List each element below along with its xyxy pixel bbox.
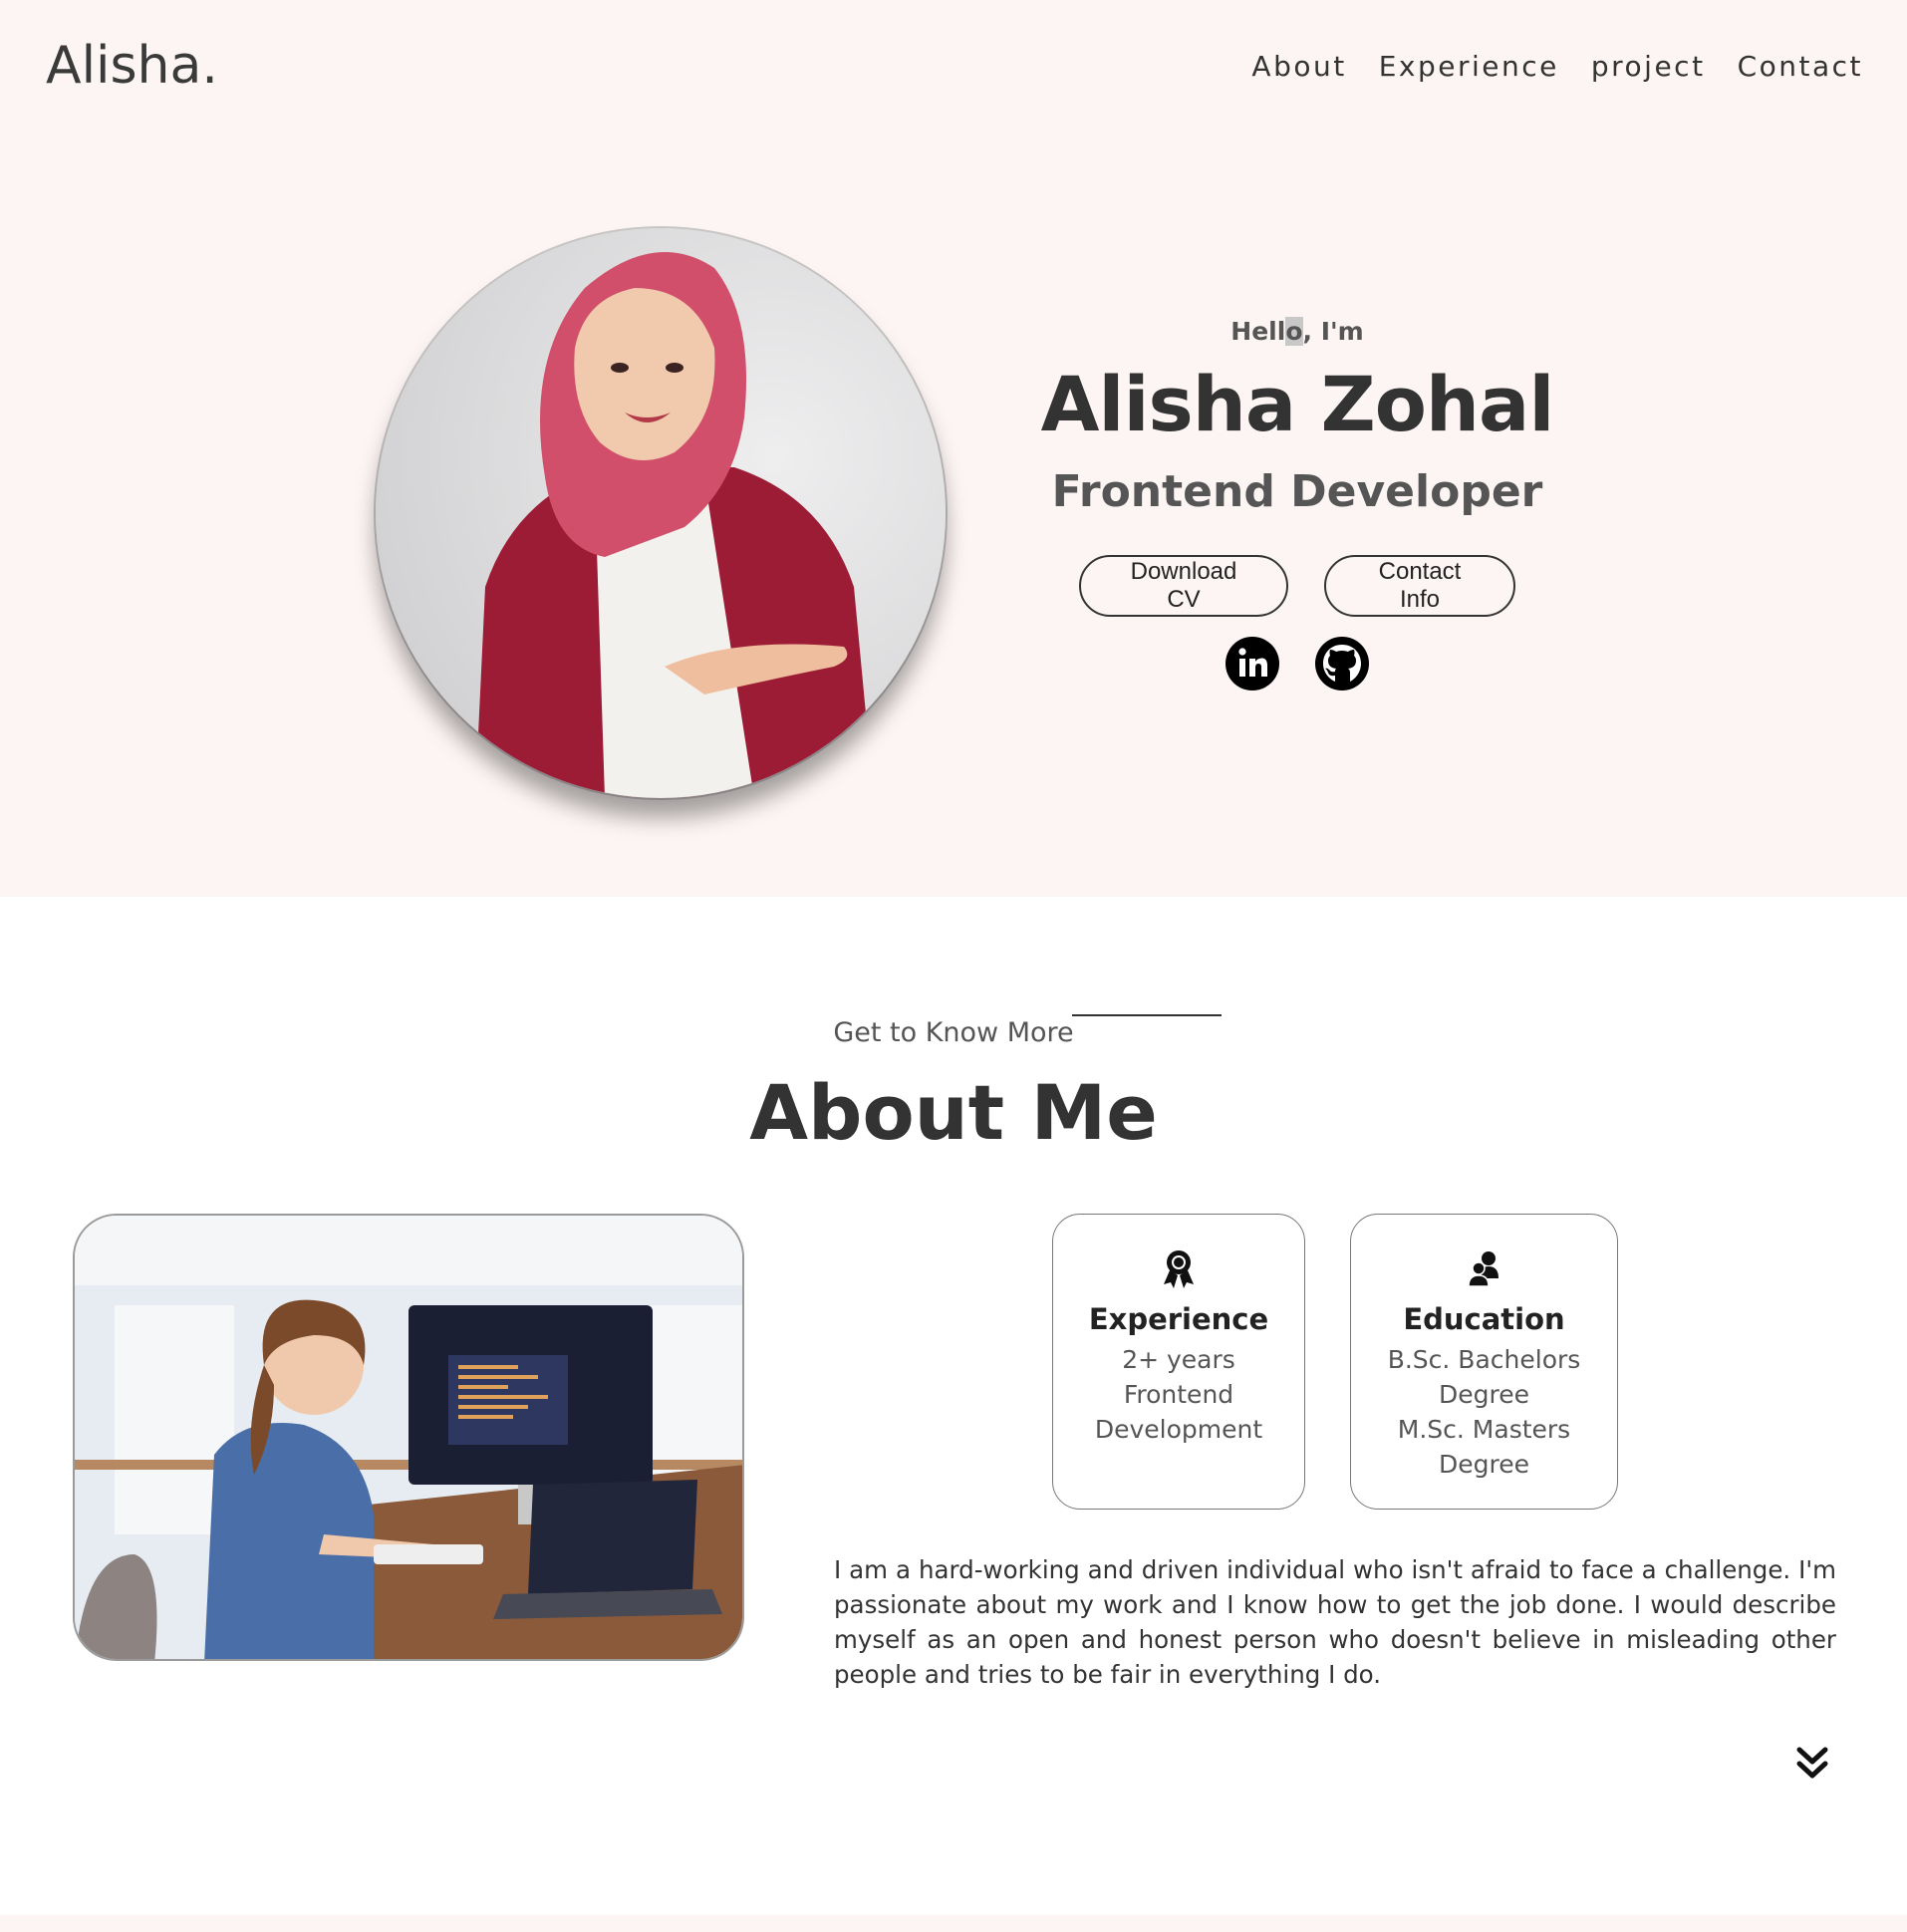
nav-link-experience[interactable]: Experience [1379, 50, 1559, 83]
users-icon [1467, 1251, 1498, 1287]
nav-link-contact[interactable]: Contact [1738, 50, 1863, 83]
award-icon [1164, 1250, 1194, 1288]
experience-card-title: Experience [1088, 1302, 1269, 1336]
hero-section: Alisha. About Experience project Contact [0, 0, 1907, 897]
hero-intro: Hello, I'm Alisha Zohal Frontend Develop… [1026, 317, 1568, 690]
education-line: B.Sc. Bachelors [1387, 1345, 1581, 1374]
education-line: Degree [1439, 1380, 1529, 1409]
greeting-pre: Hell [1230, 317, 1286, 346]
about-subtitle: Get to Know More [833, 1017, 1074, 1048]
education-card-text: B.Sc. Bachelors Degree M.Sc. Masters Deg… [1351, 1342, 1617, 1482]
scroll-down-arrow-icon[interactable] [1794, 1746, 1830, 1782]
education-line: M.Sc. Masters [1397, 1415, 1571, 1444]
about-picture [73, 1214, 744, 1661]
education-card-title: Education [1403, 1302, 1565, 1336]
greeting-text: Hello, I'm [1026, 317, 1568, 346]
experience-card-text: 2+ years Frontend Development [1053, 1342, 1304, 1447]
hero-name: Alisha Zohal [1040, 360, 1555, 448]
experience-line: 2+ years [1122, 1345, 1235, 1374]
education-card: Education B.Sc. Bachelors Degree M.Sc. M… [1350, 1214, 1618, 1510]
subtitle-underline [1072, 1014, 1222, 1016]
top-nav: About Experience project Contact [1251, 50, 1863, 83]
next-section-edge [0, 1915, 1907, 1932]
experience-card: Experience 2+ years Frontend Development [1052, 1214, 1305, 1510]
hero-role: Frontend Developer [1051, 466, 1543, 517]
contact-info-button[interactable]: Contact Info [1324, 555, 1515, 617]
site-logo[interactable]: Alisha. [46, 36, 218, 96]
social-links [1026, 637, 1568, 690]
hero-buttons: Download CV Contact Info [1026, 555, 1568, 617]
experience-line: Frontend [1123, 1380, 1234, 1409]
github-icon[interactable] [1315, 637, 1369, 690]
greeting-post: , I'm [1302, 317, 1364, 346]
nav-link-project[interactable]: project [1591, 50, 1706, 83]
download-cv-button[interactable]: Download CV [1079, 555, 1288, 617]
nav-link-about[interactable]: About [1251, 50, 1346, 83]
linkedin-icon[interactable] [1226, 637, 1279, 690]
profile-picture [376, 228, 946, 798]
text-cursor: o [1285, 317, 1303, 346]
experience-line: Development [1094, 1415, 1263, 1444]
about-bio: I am a hard-working and driven individua… [834, 1555, 1836, 1689]
about-title: About Me [749, 1068, 1158, 1157]
education-line: Degree [1439, 1450, 1529, 1479]
